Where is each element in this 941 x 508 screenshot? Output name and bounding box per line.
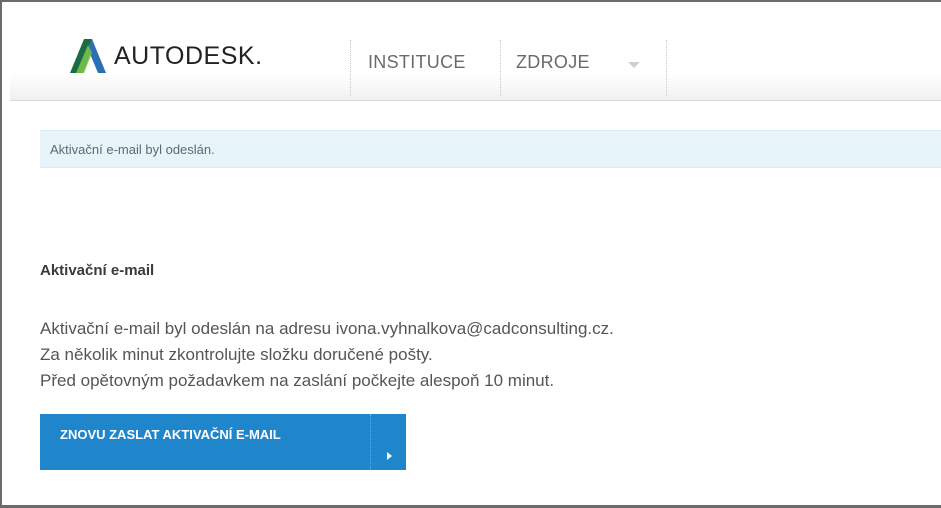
resend-button-label: ZNOVU ZASLAT AKTIVAČNÍ E-MAIL <box>60 427 281 442</box>
autodesk-logo-icon <box>70 39 106 73</box>
logo-wordmark: AUTODESK. <box>114 41 263 70</box>
chevron-down-icon[interactable] <box>628 62 640 68</box>
chevron-right-icon <box>387 452 392 460</box>
success-notice: Aktivační e-mail byl odeslán. <box>40 130 941 168</box>
message-line: Za několik minut zkontrolujte složku dor… <box>40 345 433 364</box>
nav-divider <box>666 40 667 96</box>
site-header: AUTODESK. INSTITUCE ZDROJE <box>10 12 941 101</box>
page-title: Aktivační e-mail <box>40 262 155 279</box>
notice-text: Aktivační e-mail byl odeslán. <box>50 142 215 157</box>
message-line: Před opětovným požadavkem na zaslání poč… <box>40 371 555 390</box>
autodesk-logo[interactable]: AUTODESK. <box>70 38 263 74</box>
message-line: Aktivační e-mail byl odeslán na adresu i… <box>40 319 614 338</box>
resend-activation-button[interactable]: ZNOVU ZASLAT AKTIVAČNÍ E-MAIL <box>40 414 406 470</box>
nav-item-zdroje[interactable]: ZDROJE <box>516 52 590 73</box>
button-divider <box>370 414 371 470</box>
nav-divider <box>500 40 501 96</box>
nav-divider <box>350 40 351 96</box>
activation-message: Aktivační e-mail byl odeslán na adresu i… <box>40 316 614 394</box>
browser-frame: AUTODESK. INSTITUCE ZDROJE Aktivační e-m… <box>0 0 941 508</box>
nav-item-instituce[interactable]: INSTITUCE <box>368 52 466 73</box>
